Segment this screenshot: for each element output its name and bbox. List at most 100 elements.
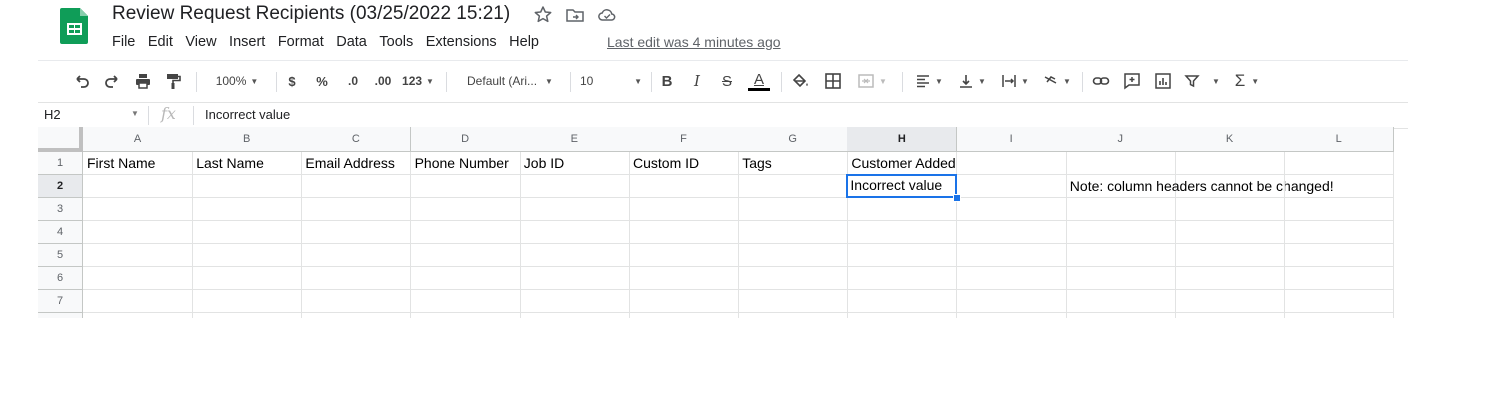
filter-button[interactable]: ▼ [1182,61,1222,101]
text-wrapping-button[interactable]: ▼ [998,61,1032,101]
cell-a4[interactable] [83,221,193,244]
cell-g1[interactable]: Tags [738,152,849,175]
undo-button[interactable] [71,61,93,101]
column-header-c[interactable]: C [301,127,412,152]
cell-g5[interactable] [738,244,849,267]
cell-f4[interactable] [629,221,739,244]
fill-color-button[interactable] [790,61,812,101]
row-header-6[interactable]: 6 [38,267,83,290]
cell-h6[interactable] [847,267,958,290]
cell-b5[interactable] [192,244,303,267]
cell-d8[interactable] [411,313,521,318]
cell-h8[interactable] [847,313,958,318]
borders-button[interactable] [822,61,844,101]
menu-edit[interactable]: Edit [148,34,173,52]
cell-l8[interactable] [1284,313,1395,318]
document-title[interactable]: Review Request Recipients (03/25/2022 15… [112,3,510,25]
cell-h5[interactable] [847,244,958,267]
cell-i8[interactable] [957,313,1067,318]
cell-i5[interactable] [956,244,1067,267]
cell-e7[interactable] [519,290,630,313]
cell-l6[interactable] [1284,267,1395,290]
cell-l2[interactable] [1284,175,1395,198]
cell-a1[interactable]: First Name [83,152,193,175]
column-header-a[interactable]: A [83,127,193,152]
cell-l7[interactable] [1284,290,1395,313]
cell-b4[interactable] [192,221,303,244]
cell-k3[interactable] [1175,198,1285,221]
menu-view[interactable]: View [185,34,216,52]
cell-g4[interactable] [738,221,849,244]
cell-k8[interactable] [1175,313,1285,318]
sheets-logo-icon[interactable] [60,6,90,46]
cell-c1[interactable]: Email Address [301,152,412,175]
cell-a7[interactable] [83,290,193,313]
menu-tools[interactable]: Tools [379,34,413,52]
cell-e1[interactable]: Job ID [519,152,630,175]
row-header-3[interactable]: 3 [38,198,83,221]
cell-d4[interactable] [410,221,521,244]
cell-c5[interactable] [301,244,412,267]
column-header-k[interactable]: K [1175,127,1285,152]
row-header-2[interactable]: 2 [38,175,83,198]
cell-j2[interactable]: Note: column headers cannot be changed! [1065,175,1334,198]
vertical-align-button[interactable]: ▼ [955,61,989,101]
cell-b1[interactable]: Last Name [192,152,303,175]
cell-a3[interactable] [83,198,193,221]
cell-d6[interactable] [410,267,521,290]
cell-h1[interactable]: Customer Added [847,152,958,175]
cell-g8[interactable] [738,313,849,318]
spreadsheet-grid[interactable]: A B C D E F G H I J K L 1 First Name Last Name Email Ad… [38,127,1408,318]
cell-k5[interactable] [1175,244,1285,267]
cell-e4[interactable] [519,221,630,244]
cell-l5[interactable] [1284,244,1395,267]
cell-j6[interactable] [1065,267,1176,290]
column-header-b[interactable]: B [192,127,303,152]
paint-format-button[interactable] [162,61,184,101]
menu-file[interactable]: File [112,34,135,52]
column-header-i[interactable]: I [956,127,1067,152]
cell-i4[interactable] [956,221,1067,244]
cell-h4[interactable] [847,221,958,244]
percent-format-button[interactable]: % [314,61,330,101]
cloud-saved-icon[interactable] [597,5,617,25]
name-box[interactable]: H2 [44,107,61,122]
column-header-f[interactable]: F [629,127,739,152]
fill-handle[interactable] [953,194,962,202]
zoom-select[interactable]: 100% ▼ [206,61,268,101]
cell-h7[interactable] [847,290,958,313]
formula-input[interactable]: Incorrect value [205,107,290,122]
cell-i6[interactable] [956,267,1067,290]
last-edit-link[interactable]: Last edit was 4 minutes ago [607,34,781,50]
horizontal-align-button[interactable]: ▼ [912,61,946,101]
row-header-4[interactable]: 4 [38,221,83,244]
cell-d2[interactable] [410,175,521,198]
select-all-corner[interactable] [38,127,83,152]
cell-f2[interactable] [629,175,739,198]
cell-d1[interactable]: Phone Number [410,152,521,175]
cell-c8[interactable] [301,313,412,318]
cell-f8[interactable] [629,313,739,318]
print-button[interactable] [132,61,154,101]
row-header-1[interactable]: 1 [38,152,83,175]
move-folder-icon[interactable] [565,5,585,25]
cell-j1[interactable] [1065,152,1176,175]
cell-j7[interactable] [1065,290,1176,313]
merge-cells-button[interactable]: ▼ [853,61,891,101]
cell-a5[interactable] [83,244,193,267]
cell-a8[interactable] [83,313,193,318]
cell-a2[interactable] [83,175,193,198]
cell-c3[interactable] [301,198,412,221]
cell-i2[interactable] [956,175,1067,198]
cell-l4[interactable] [1284,221,1395,244]
row-header-8[interactable]: 8 [38,313,83,318]
cell-k7[interactable] [1175,290,1285,313]
currency-format-button[interactable]: $ [284,61,300,101]
cell-j8[interactable] [1066,313,1176,318]
cell-k4[interactable] [1175,221,1285,244]
row-header-5[interactable]: 5 [38,244,83,267]
cell-b8[interactable] [192,313,303,318]
cell-c2[interactable] [301,175,412,198]
cell-f7[interactable] [629,290,739,313]
column-header-l[interactable]: L [1284,127,1395,152]
